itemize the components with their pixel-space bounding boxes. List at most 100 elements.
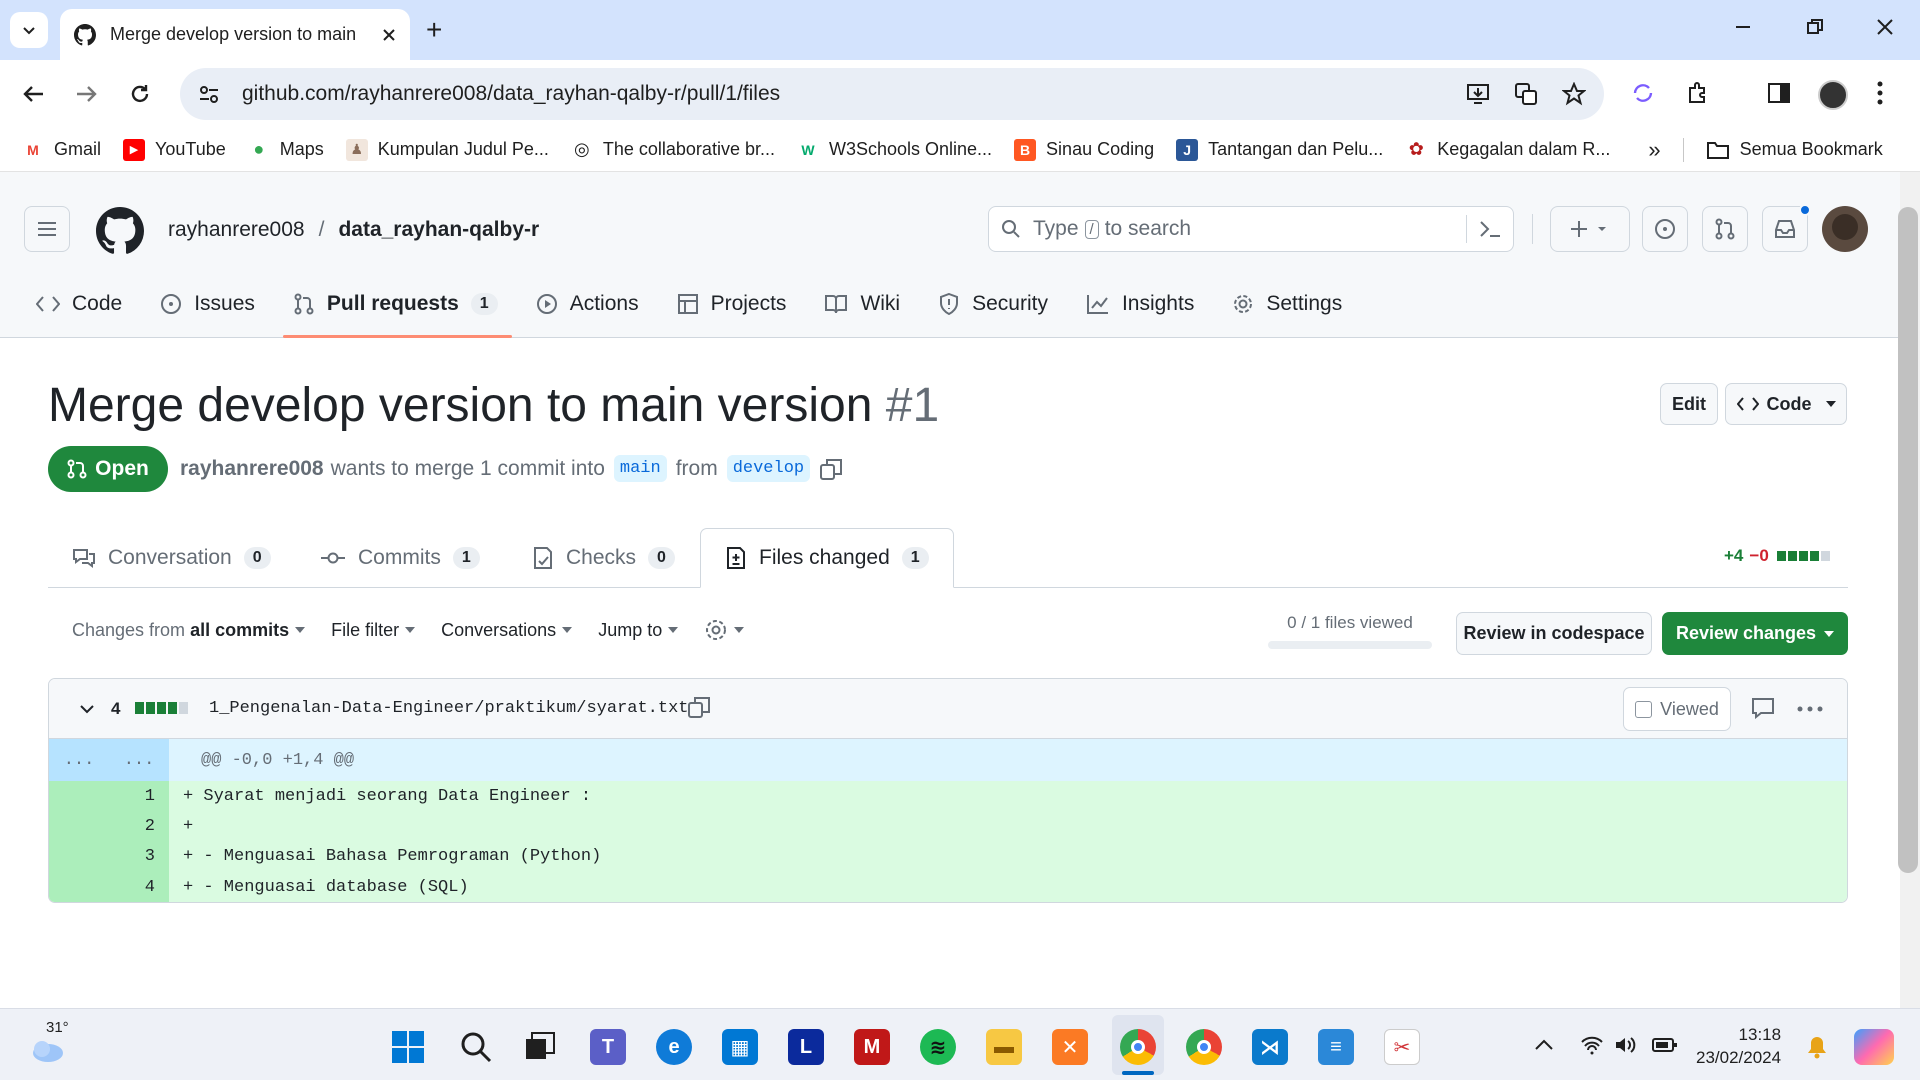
file-explorer-icon[interactable]: ▬ (986, 1029, 1022, 1065)
teams-icon[interactable]: T (590, 1029, 626, 1065)
forward-icon[interactable] (74, 82, 98, 106)
create-new-button[interactable] (1550, 206, 1630, 252)
wifi-icon[interactable] (1580, 1035, 1604, 1055)
command-palette-icon[interactable] (1466, 215, 1501, 243)
new-tab-button[interactable]: + (426, 14, 442, 46)
repo-tab-code[interactable]: Code (36, 280, 122, 328)
search-input[interactable]: Type / to search (988, 206, 1514, 252)
comment-icon[interactable] (1751, 697, 1775, 719)
base-branch[interactable]: main (613, 455, 667, 482)
all-bookmarks-button[interactable]: Semua Bookmark (1706, 139, 1883, 160)
repo-tab-insights[interactable]: Insights (1086, 280, 1194, 328)
line-number[interactable]: 1 (49, 781, 169, 811)
chevron-down-icon[interactable] (79, 701, 95, 717)
bookmark-w3schools[interactable]: W W3Schools Online... (796, 138, 992, 161)
code-dropdown-button[interactable]: Code (1725, 383, 1847, 425)
copilot-icon[interactable] (1854, 1029, 1894, 1065)
xampp-icon[interactable]: ✕ (1052, 1029, 1088, 1065)
bookmark-sinau-coding[interactable]: B Sinau Coding (1014, 138, 1154, 161)
file-path-link[interactable]: 1_Pengenalan-Data-Engineer/praktikum/sya… (209, 699, 688, 718)
l-app-icon[interactable]: L (788, 1029, 824, 1065)
repo-tab-issues[interactable]: Issues (160, 280, 255, 328)
user-avatar[interactable] (1822, 206, 1868, 252)
jump-to-dropdown[interactable]: Jump to (598, 620, 679, 641)
copy-path-icon[interactable] (687, 695, 711, 719)
bookmark-gmail[interactable]: M Gmail (22, 138, 101, 161)
repo-tab-pull-requests[interactable]: Pull requests 1 (282, 280, 512, 338)
microsoft-store-icon[interactable]: ▦ (722, 1029, 758, 1065)
hunk-expand-old[interactable]: ... (49, 739, 109, 781)
mcafee-icon[interactable]: M (854, 1029, 890, 1065)
pr-author-link[interactable]: rayhanrere008 (180, 457, 324, 481)
taskbar-clock[interactable]: 13:18 23/02/2024 (1696, 1023, 1781, 1069)
conversations-dropdown[interactable]: Conversations (441, 620, 573, 641)
reload-icon[interactable] (128, 82, 152, 106)
pull-requests-button[interactable] (1702, 206, 1748, 252)
repo-tab-settings[interactable]: Settings (1232, 280, 1342, 328)
head-branch[interactable]: develop (726, 455, 811, 482)
chevron-up-icon[interactable] (1534, 1039, 1554, 1051)
chrome-icon[interactable] (1120, 1029, 1156, 1065)
start-windows-icon[interactable] (390, 1029, 426, 1065)
issues-button[interactable] (1642, 206, 1688, 252)
review-in-codespace-button[interactable]: Review in codespace (1456, 612, 1652, 655)
bookmark-kumpulan[interactable]: ♟ Kumpulan Judul Pe... (345, 138, 549, 161)
bookmarks-overflow-button[interactable]: » (1648, 137, 1660, 163)
chrome-profile-avatar[interactable] (1818, 80, 1848, 110)
repo-name-link[interactable]: data_rayhan-qalby-r (338, 218, 539, 241)
tab-checks[interactable]: Checks 0 (532, 528, 675, 588)
github-logo-icon[interactable] (96, 207, 144, 255)
install-app-icon[interactable] (1466, 82, 1490, 106)
bookmark-collaborative[interactable]: ◎ The collaborative br... (570, 138, 775, 161)
site-info-icon[interactable] (198, 83, 220, 105)
spotify-icon[interactable]: ≋ (920, 1029, 956, 1065)
repo-tab-security[interactable]: Security (938, 280, 1048, 328)
line-number[interactable]: 2 (49, 811, 169, 841)
viewed-checkbox[interactable]: Viewed (1623, 687, 1731, 731)
minimize-icon[interactable] (1734, 18, 1752, 36)
changes-from-dropdown[interactable]: Changes from all commits (72, 620, 306, 641)
edge-icon[interactable]: e (656, 1029, 692, 1065)
line-number[interactable]: 4 (49, 871, 169, 902)
back-icon[interactable] (22, 82, 46, 106)
hunk-expand-new[interactable]: ... (109, 739, 169, 781)
tab-close-icon[interactable] (382, 28, 396, 42)
edit-title-button[interactable]: Edit (1660, 383, 1718, 425)
notepad-icon[interactable]: ≡ (1318, 1029, 1354, 1065)
tab-files-changed[interactable]: Files changed 1 (700, 528, 954, 588)
chrome-menu-icon[interactable] (1876, 80, 1884, 106)
task-view-icon[interactable] (522, 1029, 558, 1065)
tab-search-chevron-icon[interactable] (10, 12, 48, 48)
extensions-puzzle-icon[interactable] (1686, 80, 1712, 106)
browser-tab-active[interactable]: Merge develop version to main (60, 9, 410, 60)
translate-icon[interactable] (1514, 82, 1538, 106)
repo-tab-actions[interactable]: Actions (536, 280, 639, 328)
bookmark-youtube[interactable]: ▶ YouTube (123, 138, 226, 161)
page-scrollbar-thumb[interactable] (1898, 207, 1918, 873)
review-changes-button[interactable]: Review changes (1662, 612, 1848, 655)
repo-owner-link[interactable]: rayhanrere008 (168, 218, 305, 241)
notification-bell-icon[interactable] (1806, 1035, 1828, 1059)
hamburger-menu-button[interactable] (24, 206, 70, 252)
vscode-icon[interactable]: ⋊ (1252, 1029, 1288, 1065)
side-panel-icon[interactable] (1766, 80, 1792, 106)
restore-icon[interactable] (1806, 18, 1824, 36)
bookmark-star-icon[interactable] (1562, 82, 1586, 106)
chrome-profile-icon[interactable] (1186, 1029, 1222, 1065)
search-icon[interactable] (458, 1029, 494, 1065)
line-number[interactable]: 3 (49, 841, 169, 871)
tab-conversation[interactable]: Conversation 0 (72, 528, 271, 588)
bookmark-kegagalan[interactable]: ✿ Kegagalan dalam R... (1405, 138, 1610, 161)
battery-icon[interactable] (1652, 1037, 1678, 1053)
diff-settings-dropdown[interactable] (704, 618, 745, 642)
tab-commits[interactable]: Commits 1 (320, 528, 480, 588)
extension-sync-icon[interactable] (1630, 80, 1656, 106)
bookmark-tantangan[interactable]: J Tantangan dan Pelu... (1176, 138, 1383, 161)
close-window-icon[interactable] (1876, 18, 1894, 36)
file-filter-dropdown[interactable]: File filter (331, 620, 416, 641)
volume-icon[interactable] (1614, 1035, 1638, 1055)
kebab-horizontal-icon[interactable] (1797, 706, 1823, 712)
repo-tab-projects[interactable]: Projects (677, 280, 786, 328)
address-bar[interactable]: github.com/rayhanrere008/data_rayhan-qal… (180, 68, 1604, 120)
bookmark-maps[interactable]: ● Maps (247, 138, 324, 161)
